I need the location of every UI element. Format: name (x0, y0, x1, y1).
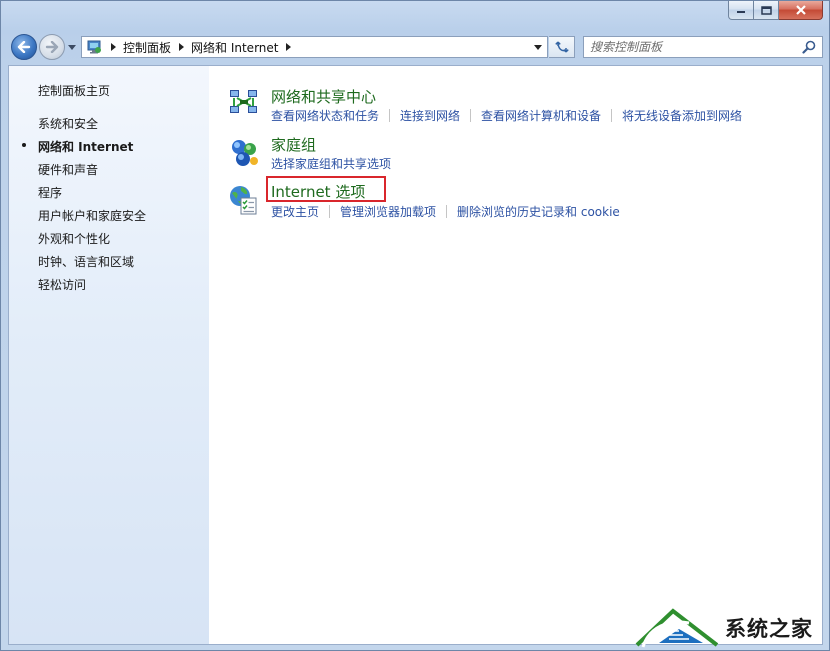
sidebar-item-clock-language-region[interactable]: 时钟、语言和区域 (38, 253, 134, 270)
chevron-down-icon (68, 44, 76, 50)
control-panel-icon (85, 38, 103, 56)
link-divider (329, 205, 331, 218)
breadcrumb-network-internet[interactable]: 网络和 Internet (191, 39, 278, 56)
link-manage-addons[interactable]: 管理浏览器加载项 (340, 203, 436, 220)
address-bar[interactable]: 控制面板 网络和 Internet (81, 36, 548, 58)
minimize-icon (737, 11, 745, 13)
breadcrumb-separator-icon[interactable] (111, 43, 116, 51)
sidebar-item-user-accounts[interactable]: 用户帐户和家庭安全 (38, 207, 146, 224)
minimize-button[interactable] (728, 1, 754, 20)
category-links-homegroup: 选择家庭组和共享选项 (271, 155, 391, 172)
network-sharing-icon[interactable] (226, 85, 262, 121)
content-area: 控制面板主页 系统和安全 网络和 Internet 硬件和声音 程序 用户帐户和… (8, 65, 823, 645)
watermark-house-logo (635, 607, 719, 648)
maximize-button[interactable] (754, 1, 779, 20)
link-change-homepage[interactable]: 更改主页 (271, 203, 319, 220)
link-view-network-status[interactable]: 查看网络状态和任务 (271, 107, 379, 124)
sidebar-item-appearance[interactable]: 外观和个性化 (38, 230, 110, 247)
link-divider (470, 109, 472, 122)
search-box[interactable] (583, 36, 823, 58)
link-homegroup-sharing-options[interactable]: 选择家庭组和共享选项 (271, 155, 391, 172)
sidebar: 控制面板主页 系统和安全 网络和 Internet 硬件和声音 程序 用户帐户和… (9, 66, 209, 644)
active-bullet-icon (22, 143, 26, 147)
maximize-icon (760, 5, 772, 15)
back-button[interactable] (11, 34, 37, 60)
sidebar-item-network-internet[interactable]: 网络和 Internet (38, 138, 133, 155)
arrow-left-icon (17, 41, 31, 53)
sidebar-item-system-security[interactable]: 系统和安全 (38, 115, 98, 132)
forward-button[interactable] (39, 34, 65, 60)
refresh-button[interactable] (549, 36, 575, 58)
link-divider (389, 109, 391, 122)
arrow-right-icon (45, 41, 59, 53)
link-divider (446, 205, 448, 218)
link-delete-history[interactable]: 删除浏览的历史记录和 cookie (457, 203, 620, 220)
sidebar-item-ease-of-access[interactable]: 轻松访问 (38, 276, 86, 293)
search-icon[interactable] (801, 39, 817, 55)
window-frame: 控制面板 网络和 Internet 控制面板主页 系统和安全 网络和 (0, 0, 830, 651)
homegroup-icon[interactable] (226, 134, 262, 170)
category-title-homegroup[interactable]: 家庭组 (271, 134, 316, 155)
refresh-icon (554, 41, 569, 53)
link-connect-to-network[interactable]: 连接到网络 (400, 107, 460, 124)
close-button[interactable] (779, 1, 823, 20)
breadcrumb-control-panel[interactable]: 控制面板 (123, 39, 171, 56)
sidebar-item-hardware-sound[interactable]: 硬件和声音 (38, 161, 98, 178)
internet-options-icon[interactable] (226, 182, 262, 218)
category-links-internet-options: 更改主页 管理浏览器加载项 删除浏览的历史记录和 cookie (271, 203, 620, 220)
close-icon (795, 5, 806, 15)
breadcrumb-separator-icon[interactable] (286, 43, 292, 51)
category-title-network-sharing[interactable]: 网络和共享中心 (271, 86, 376, 107)
link-view-network-computers[interactable]: 查看网络计算机和设备 (481, 107, 601, 124)
highlight-box (266, 176, 386, 202)
chevron-down-icon (534, 44, 542, 50)
category-links-network-sharing: 查看网络状态和任务 连接到网络 查看网络计算机和设备 将无线设备添加到网络 (271, 107, 742, 124)
sidebar-item-programs[interactable]: 程序 (38, 184, 62, 201)
search-input[interactable] (590, 38, 800, 56)
caption-buttons (728, 1, 823, 20)
watermark-text: 系统之家 (725, 616, 813, 641)
recent-pages-dropdown[interactable] (67, 42, 77, 52)
main-panel: 网络和共享中心 查看网络状态和任务 连接到网络 查看网络计算机和设备 将无线设备… (209, 66, 822, 644)
sidebar-home-link[interactable]: 控制面板主页 (38, 82, 110, 99)
watermark: 系统之家 (629, 603, 830, 651)
link-divider (611, 109, 613, 122)
address-history-dropdown[interactable] (529, 37, 547, 57)
breadcrumb-separator-icon[interactable] (179, 43, 185, 51)
link-add-wireless-device[interactable]: 将无线设备添加到网络 (622, 107, 742, 124)
